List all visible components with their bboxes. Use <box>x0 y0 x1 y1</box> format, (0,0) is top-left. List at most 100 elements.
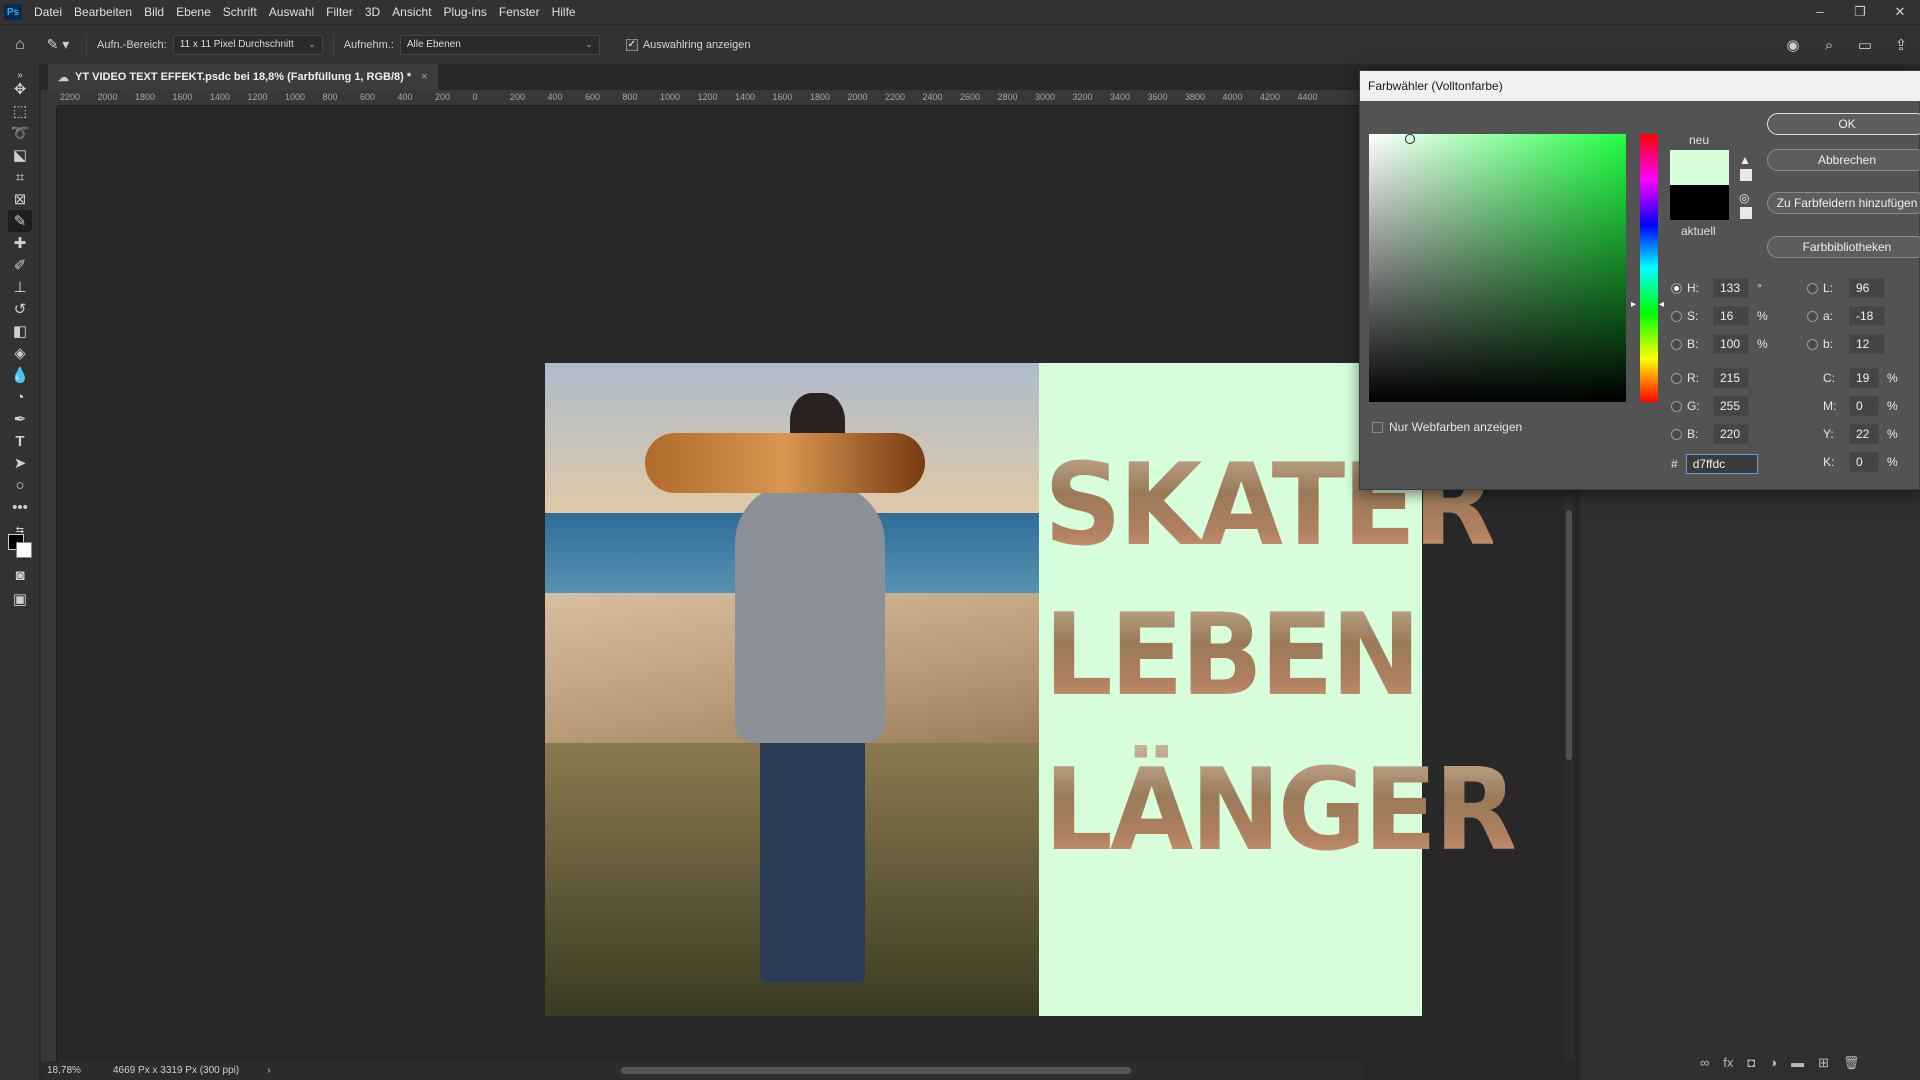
fx-icon[interactable]: fx <box>1723 1055 1733 1071</box>
menu-schrift[interactable]: Schrift <box>217 5 263 19</box>
background-color-swatch[interactable] <box>16 542 32 558</box>
link-layers-icon[interactable]: ∞ <box>1700 1055 1709 1071</box>
color-selection-marker[interactable] <box>1405 134 1415 144</box>
add-to-swatches-button[interactable]: Zu Farbfeldern hinzufügen <box>1767 192 1920 214</box>
hue-input[interactable]: 133 <box>1713 278 1749 298</box>
move-tool-icon[interactable]: ✥ <box>8 78 32 100</box>
horizontal-scroll-thumb[interactable] <box>621 1067 1131 1074</box>
pen-tool-icon[interactable]: ✒ <box>8 408 32 430</box>
brightness-input[interactable]: 100 <box>1713 334 1749 354</box>
blue-radio[interactable] <box>1671 428 1682 440</box>
menu-bild[interactable]: Bild <box>138 5 170 19</box>
gamut-warning-icon[interactable]: ▲ <box>1739 153 1751 167</box>
green-radio[interactable] <box>1671 400 1682 412</box>
canvas-area[interactable]: SKATER LEBEN LÄNGER <box>58 106 1517 1061</box>
workspace-icon[interactable]: ▭ <box>1854 34 1876 56</box>
checkbox-unchecked-icon[interactable] <box>1372 421 1383 433</box>
hue-slider[interactable] <box>1640 134 1658 402</box>
crop-tool-icon[interactable]: ⌗ <box>8 166 32 188</box>
lab-a-radio[interactable] <box>1807 310 1818 322</box>
hex-input[interactable]: d7ffdc <box>1685 454 1758 474</box>
path-selection-tool-icon[interactable]: ➤ <box>8 452 32 474</box>
lasso-tool-icon[interactable]: ➰ <box>8 122 32 144</box>
blue-input[interactable]: 220 <box>1713 424 1749 444</box>
minimize-button[interactable]: – <box>1800 0 1840 24</box>
saturation-radio[interactable] <box>1671 310 1682 322</box>
lab-b-input[interactable]: 12 <box>1849 334 1885 354</box>
checkbox-checked-icon[interactable]: ✓ <box>625 38 638 51</box>
share-icon[interactable]: ⇪ <box>1890 34 1912 56</box>
magenta-input[interactable]: 0 <box>1849 396 1879 416</box>
sample-layers-select[interactable]: Alle Ebenen ⌄ <box>399 34 600 55</box>
color-libraries-button[interactable]: Farbbibliotheken <box>1767 236 1920 258</box>
lab-l-input[interactable]: 96 <box>1849 278 1885 298</box>
lab-b-radio[interactable] <box>1807 338 1818 350</box>
marquee-tool-icon[interactable]: ⬚ <box>8 100 32 122</box>
layer-mask-icon[interactable]: ◘ <box>1747 1055 1755 1071</box>
healing-brush-tool-icon[interactable]: ✚ <box>8 232 32 254</box>
trash-icon[interactable]: 🗑 <box>1843 1055 1860 1071</box>
eraser-tool-icon[interactable]: ◧ <box>8 320 32 342</box>
hue-slider-arrow-right-icon[interactable]: ◂ <box>1659 299 1664 310</box>
sample-size-select[interactable]: 11 x 11 Pixel Durchschnitt ⌄ <box>172 34 323 55</box>
search-icon[interactable]: ⌕ <box>1818 34 1840 56</box>
lab-l-radio[interactable] <box>1807 282 1818 294</box>
close-tab-icon[interactable]: × <box>421 71 427 83</box>
status-expand-icon[interactable]: › <box>267 1065 270 1076</box>
cancel-button[interactable]: Abbrechen <box>1767 149 1920 171</box>
menu-plugins[interactable]: Plug-ins <box>438 5 493 19</box>
quick-mask-icon[interactable]: ◙ <box>8 564 32 586</box>
history-brush-tool-icon[interactable]: ↺ <box>8 298 32 320</box>
cyan-input[interactable]: 19 <box>1849 368 1879 388</box>
ellipse-tool-icon[interactable]: ○ <box>8 474 32 496</box>
frame-tool-icon[interactable]: ⊠ <box>8 188 32 210</box>
menu-datei[interactable]: Datei <box>28 5 68 19</box>
vertical-scroll-thumb[interactable] <box>1566 510 1572 760</box>
eyedropper-tool-icon[interactable]: ✎ <box>8 210 32 232</box>
show-sampling-ring-toggle[interactable]: ✓ Auswahlring anzeigen <box>625 38 750 51</box>
menu-hilfe[interactable]: Hilfe <box>546 5 582 19</box>
eyedropper-tool-preset-icon[interactable]: ✎ ▾ <box>40 36 76 53</box>
red-radio[interactable] <box>1671 372 1682 384</box>
green-input[interactable]: 255 <box>1713 396 1749 416</box>
lab-a-input[interactable]: -18 <box>1849 306 1885 326</box>
gamut-correction-swatch[interactable] <box>1740 169 1752 181</box>
key-input[interactable]: 0 <box>1849 452 1879 472</box>
hue-slider-arrow-left-icon[interactable]: ▸ <box>1631 299 1636 310</box>
saturation-brightness-field[interactable] <box>1369 134 1626 402</box>
gradient-tool-icon[interactable]: ◈ <box>8 342 32 364</box>
type-tool-icon[interactable]: T <box>8 430 32 452</box>
menu-fenster[interactable]: Fenster <box>493 5 546 19</box>
ok-button[interactable]: OK <box>1767 113 1920 135</box>
new-layer-icon[interactable]: ⊞ <box>1818 1055 1829 1071</box>
brightness-radio[interactable] <box>1671 338 1682 350</box>
yellow-input[interactable]: 22 <box>1849 424 1879 444</box>
web-safe-swatch[interactable] <box>1740 207 1752 219</box>
brush-tool-icon[interactable]: ✐ <box>8 254 32 276</box>
current-color-swatch[interactable] <box>1670 185 1729 220</box>
adjustment-layer-icon[interactable]: ◑ <box>1769 1055 1777 1071</box>
dodge-tool-icon[interactable]: ◔ <box>8 386 32 408</box>
stamp-tool-icon[interactable]: ⊥ <box>8 276 32 298</box>
menu-ansicht[interactable]: Ansicht <box>386 5 437 19</box>
menu-auswahl[interactable]: Auswahl <box>263 5 320 19</box>
web-colors-only-toggle[interactable]: Nur Webfarben anzeigen <box>1372 420 1522 434</box>
menu-ebene[interactable]: Ebene <box>170 5 217 19</box>
zoom-level[interactable]: 18,78% <box>41 1065 99 1076</box>
document-canvas[interactable]: SKATER LEBEN LÄNGER <box>545 363 1517 1016</box>
restore-button[interactable]: ❐ <box>1840 0 1880 24</box>
hue-radio[interactable] <box>1671 282 1682 294</box>
document-tab[interactable]: ☁ YT VIDEO TEXT EFFEKT.psdc bei 18,8% (F… <box>48 64 438 90</box>
web-safe-cube-icon[interactable]: ◎ <box>1739 191 1749 205</box>
saturation-input[interactable]: 16 <box>1713 306 1749 326</box>
red-input[interactable]: 215 <box>1713 368 1749 388</box>
home-icon[interactable]: ⌂ <box>0 36 40 54</box>
blur-tool-icon[interactable]: 💧 <box>8 364 32 386</box>
menu-3d[interactable]: 3D <box>359 5 386 19</box>
screen-mode-icon[interactable]: ▣ <box>8 588 32 610</box>
menu-bearbeiten[interactable]: Bearbeiten <box>68 5 138 19</box>
group-folder-icon[interactable]: ▬ <box>1791 1055 1804 1071</box>
more-tools-icon[interactable]: ••• <box>8 496 32 518</box>
menu-filter[interactable]: Filter <box>320 5 359 19</box>
close-window-button[interactable]: ✕ <box>1880 0 1920 24</box>
